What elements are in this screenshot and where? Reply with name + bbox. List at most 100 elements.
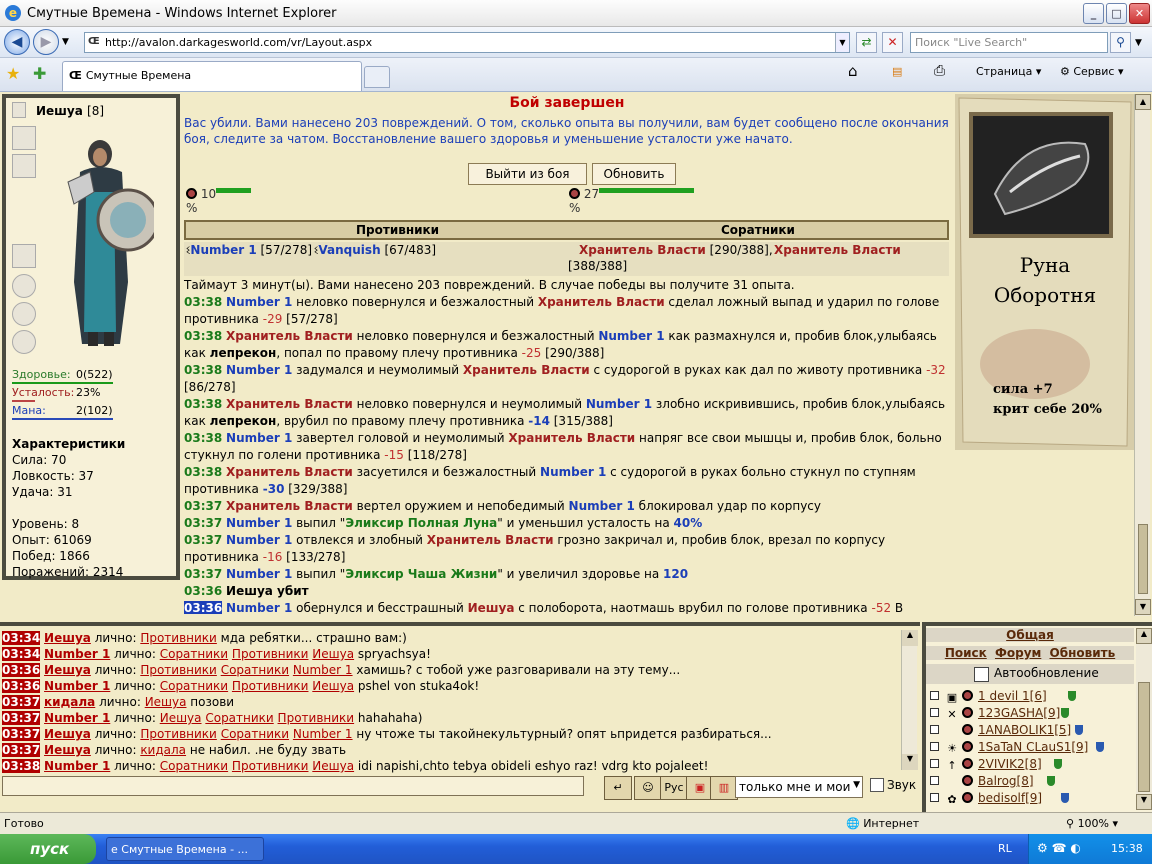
- chat-recipient[interactable]: Иешуа: [145, 695, 187, 709]
- chat-recipient[interactable]: кидала: [140, 743, 186, 757]
- log-fragment[interactable]: Number 1: [586, 397, 652, 411]
- chat-recipient[interactable]: Иешуа: [312, 679, 354, 693]
- chat-recipient[interactable]: Соратники: [160, 759, 228, 773]
- taskbar-item[interactable]: e Смутные Времена - ...: [106, 837, 264, 861]
- ring-slot-1[interactable]: [12, 274, 36, 298]
- log-fragment[interactable]: Number 1: [226, 601, 292, 614]
- chat-recipient[interactable]: Противники: [140, 727, 217, 741]
- chat-recipient[interactable]: Противники: [232, 679, 309, 693]
- player-checkbox[interactable]: [930, 793, 939, 802]
- foe-2[interactable]: ଽVanquish [67/483]: [314, 243, 436, 258]
- url-field[interactable]: Œ http://avalon.darkagesworld.com/vr/Lay…: [84, 32, 850, 53]
- ring-slot-3[interactable]: [12, 330, 36, 354]
- minimize-button[interactable]: _: [1083, 3, 1104, 24]
- log-fragment[interactable]: Хранитель Власти: [226, 465, 353, 479]
- player-name[interactable]: 1 devil 1[6]: [978, 688, 1047, 705]
- page-menu[interactable]: Страница ▾: [976, 65, 1041, 78]
- log-fragment[interactable]: Хранитель Власти: [538, 295, 665, 309]
- send-icon[interactable]: ↵: [604, 776, 632, 800]
- log-fragment[interactable]: Хранитель Власти: [463, 363, 590, 377]
- chat-recipient[interactable]: Иешуа: [160, 711, 202, 725]
- battle-scrollbar[interactable]: ▲ ▼: [1134, 94, 1151, 616]
- feeds-icon[interactable]: ▤: [892, 65, 902, 78]
- player-name[interactable]: 1SaTaN CLauS1[9]: [978, 739, 1088, 756]
- log-fragment[interactable]: Хранитель Власти: [226, 499, 353, 513]
- auto-refresh-checkbox[interactable]: [974, 667, 989, 682]
- ally-2[interactable]: Хранитель Власти: [774, 243, 901, 257]
- player-checkbox[interactable]: [930, 691, 939, 700]
- player-checkbox[interactable]: [930, 725, 939, 734]
- player-name[interactable]: 2VIVIK2[8]: [978, 756, 1042, 773]
- foe-1[interactable]: ଽNumber 1 [57/278]: [186, 243, 312, 258]
- chat-filter-select[interactable]: только мне и мои ▼: [735, 776, 863, 798]
- online-scrollbar[interactable]: ▲ ▼: [1136, 628, 1152, 810]
- chat-scroll-down-icon[interactable]: ▼: [902, 754, 918, 770]
- log-fragment[interactable]: Хранитель Власти: [226, 329, 353, 343]
- chat-sender[interactable]: кидала: [44, 695, 95, 709]
- log-fragment[interactable]: Number 1: [226, 431, 292, 445]
- add-favorites-icon[interactable]: ✚: [33, 64, 46, 83]
- chat-input[interactable]: [2, 776, 584, 796]
- log-fragment[interactable]: Хранитель Власти: [427, 533, 554, 547]
- player-checkbox[interactable]: [930, 708, 939, 717]
- player-name[interactable]: Balrog[8]: [978, 773, 1034, 790]
- forum-link[interactable]: Форум: [995, 646, 1041, 660]
- language-indicator[interactable]: RL: [998, 842, 1012, 855]
- search-input[interactable]: Поиск "Live Search": [910, 32, 1108, 53]
- chat-sender[interactable]: Number 1: [44, 711, 110, 725]
- online-scroll-up-icon[interactable]: ▲: [1136, 628, 1152, 644]
- online-scroll-down-icon[interactable]: ▼: [1136, 794, 1152, 810]
- log-fragment[interactable]: Number 1: [226, 567, 292, 581]
- search-icon[interactable]: ⚲: [1110, 32, 1131, 53]
- chat-scroll-up-icon[interactable]: ▲: [902, 630, 918, 646]
- chat-recipient[interactable]: Противники: [232, 647, 309, 661]
- log-fragment[interactable]: Number 1: [226, 363, 292, 377]
- new-tab-button[interactable]: [364, 66, 390, 88]
- chat-recipient[interactable]: Иешуа: [312, 759, 354, 773]
- smiley-icon[interactable]: ☺: [634, 776, 662, 800]
- ally-1[interactable]: Хранитель Власти [290/388],: [579, 243, 773, 257]
- scroll-thumb[interactable]: [1138, 524, 1148, 594]
- scroll-down-icon[interactable]: ▼: [1135, 599, 1151, 615]
- chat-recipient[interactable]: Противники: [140, 631, 217, 645]
- log-fragment[interactable]: Number 1: [226, 533, 292, 547]
- chat-sender[interactable]: Иешуа: [44, 663, 91, 677]
- player-checkbox[interactable]: [930, 742, 939, 751]
- player-checkbox[interactable]: [930, 776, 939, 785]
- refresh-battle-button[interactable]: Обновить: [592, 163, 676, 185]
- log-fragment[interactable]: Number 1: [226, 295, 292, 309]
- log-fragment[interactable]: Иешуа: [468, 601, 515, 614]
- log-fragment[interactable]: Хранитель Власти: [226, 397, 353, 411]
- chat-recipient[interactable]: Противники: [140, 663, 217, 677]
- sound-checkbox[interactable]: [870, 778, 884, 792]
- chat-sender[interactable]: Иешуа: [44, 631, 91, 645]
- gloves-slot[interactable]: [12, 126, 36, 150]
- chat-recipient[interactable]: Соратники: [205, 711, 273, 725]
- home-icon[interactable]: ⌂: [848, 62, 858, 80]
- log-fragment[interactable]: Number 1: [598, 329, 664, 343]
- zoom-control[interactable]: ⚲ 100% ▾: [1066, 817, 1118, 830]
- log-fragment[interactable]: Number 1: [226, 516, 292, 530]
- chat-sender[interactable]: Иешуа: [44, 727, 91, 741]
- slot-icon[interactable]: [12, 102, 26, 118]
- chat-recipient[interactable]: Соратники: [160, 679, 228, 693]
- player-name[interactable]: bedisolf[9]: [978, 790, 1042, 807]
- chat-recipient[interactable]: Соратники: [221, 727, 289, 741]
- scroll-up-icon[interactable]: ▲: [1135, 94, 1151, 110]
- stop-icon[interactable]: ✕: [882, 32, 903, 53]
- tray-icons[interactable]: ⚙ ☎ ◐: [1037, 841, 1081, 855]
- chat-sender[interactable]: Иешуа: [44, 743, 91, 757]
- url-dropdown-icon[interactable]: ▼: [835, 33, 849, 52]
- chat-scrollbar[interactable]: ▲ ▼: [901, 630, 918, 770]
- chat-recipient[interactable]: Иешуа: [312, 647, 354, 661]
- log-fragment[interactable]: Хранитель Власти: [508, 431, 635, 445]
- log-fragment[interactable]: Number 1: [569, 499, 635, 513]
- search-options-icon[interactable]: ▼: [1135, 38, 1142, 48]
- player-name[interactable]: 123GASHA[9]: [978, 705, 1060, 722]
- auto-refresh[interactable]: Автообновление: [926, 664, 1134, 684]
- chat-sender[interactable]: Number 1: [44, 679, 110, 693]
- chat-recipient[interactable]: Number 1: [293, 727, 353, 741]
- close-button[interactable]: ✕: [1129, 3, 1150, 24]
- exit-battle-button[interactable]: Выйти из боя: [468, 163, 587, 185]
- service-menu[interactable]: ⚙ Сервис ▾: [1060, 65, 1124, 78]
